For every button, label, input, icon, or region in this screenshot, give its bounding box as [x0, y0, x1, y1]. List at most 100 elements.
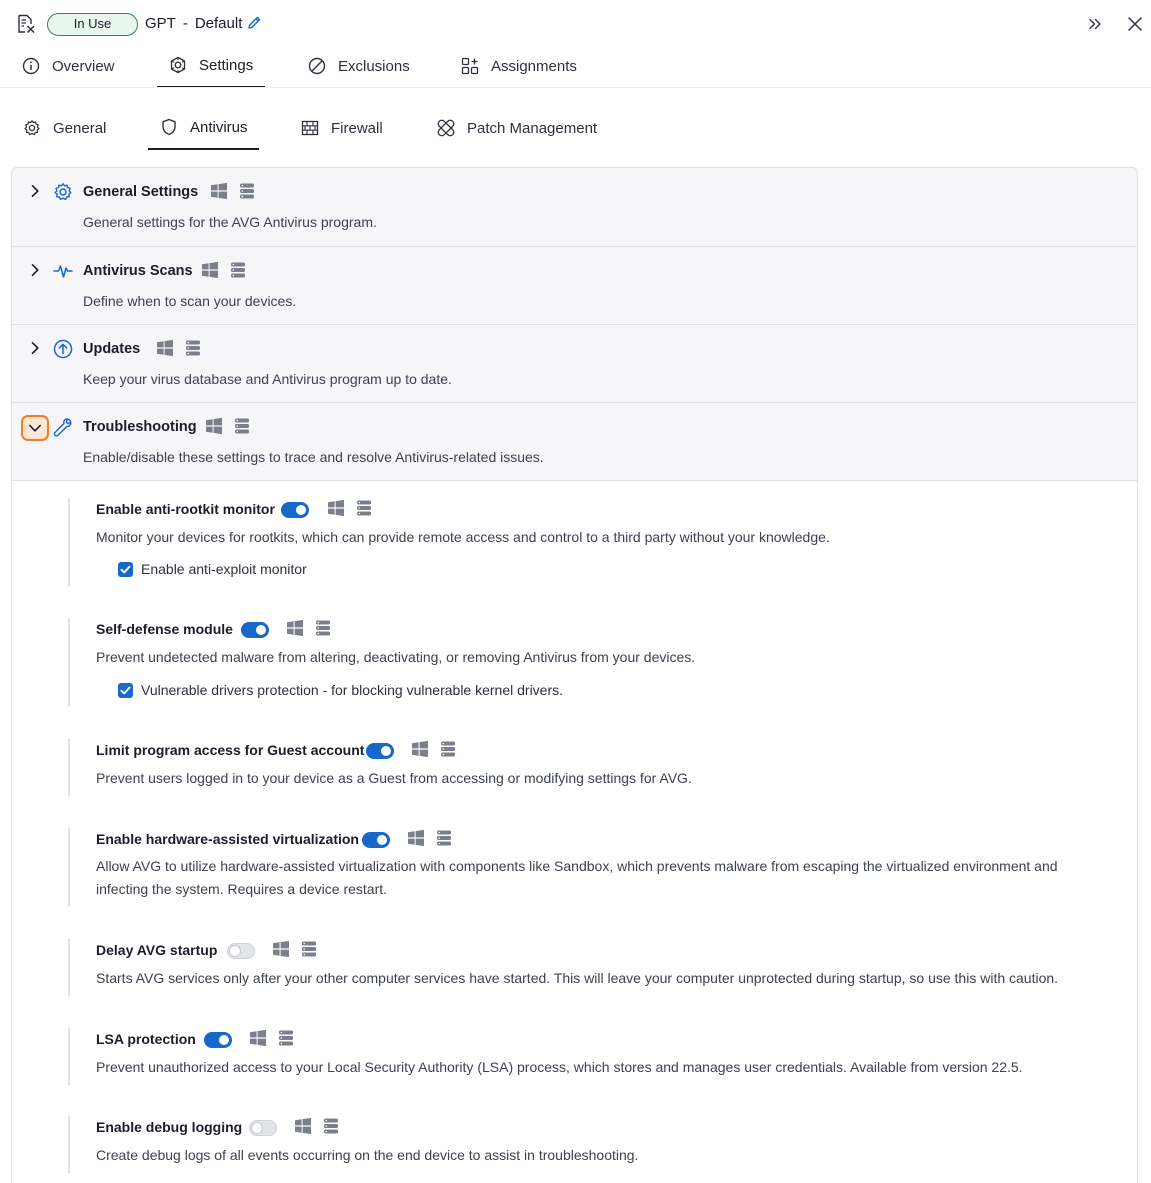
wrench-icon: [53, 418, 72, 437]
subtab-antivirus[interactable]: Antivirus: [148, 106, 259, 150]
windows-icon: [156, 339, 174, 357]
anti-exploit-checkbox-row[interactable]: Enable anti-exploit monitor: [118, 561, 307, 577]
pulse-icon: [53, 265, 73, 278]
setting-anti-rootkit: Enable anti-rootkit monitor Monitor your…: [68, 498, 1128, 587]
self-defense-toggle[interactable]: [241, 622, 269, 638]
delay-startup-toggle[interactable]: [227, 943, 255, 959]
platform-icons: [156, 339, 202, 357]
setting-hardware-virtualization: Enable hardware-assisted virtualization …: [68, 828, 1128, 907]
platform-icons: [294, 1117, 340, 1135]
server-icon: [355, 499, 373, 517]
subtab-general[interactable]: General: [23, 106, 106, 150]
hardware-virtualization-toggle[interactable]: [362, 832, 390, 848]
tabs-divider: [0, 87, 1151, 88]
setting-title: Limit program access for Guest account: [96, 742, 365, 758]
setting-description: Prevent unauthorized access to your Loca…: [96, 1059, 1023, 1075]
checkbox-label: Vulnerable drivers protection - for bloc…: [141, 682, 564, 698]
setting-title: Self-defense module: [96, 621, 233, 637]
tab-settings[interactable]: Settings: [157, 44, 266, 88]
policy-document-icon: [18, 14, 35, 34]
tab-exclusions-label: Exclusions: [338, 57, 410, 75]
setting-guest-access: Limit program access for Guest account P…: [68, 739, 1128, 796]
policy-title-separator: -: [182, 15, 188, 32]
main-tabs: Overview Settings Exclusions Assignments: [0, 44, 1151, 88]
grid-plus-icon: [461, 57, 479, 75]
platform-icons: [201, 261, 247, 279]
no-entry-icon: [308, 57, 326, 75]
tab-exclusions[interactable]: Exclusions: [308, 44, 410, 88]
setting-title: Enable hardware-assisted virtualization: [96, 831, 359, 847]
checkmark-icon: [120, 685, 131, 696]
antivirus-settings-panel: General Settings General settings for th…: [11, 167, 1138, 1183]
section-antivirus-scans[interactable]: Antivirus Scans Define when to scan your…: [12, 247, 1137, 325]
debug-logging-toggle[interactable]: [249, 1120, 277, 1136]
server-icon: [277, 1029, 295, 1047]
platform-icons: [411, 740, 457, 758]
server-icon: [229, 261, 247, 279]
section-title: Troubleshooting: [83, 419, 197, 435]
server-icon: [184, 339, 202, 357]
policy-header: In Use GPT - Default: [0, 0, 1151, 48]
server-icon: [322, 1117, 340, 1135]
platform-icons: [286, 619, 332, 637]
collapse-button[interactable]: [21, 415, 49, 441]
pencil-edit-icon[interactable]: [246, 15, 262, 31]
setting-description: Prevent users logged in to your device a…: [96, 770, 692, 786]
setting-description: Create debug logs of all events occurrin…: [96, 1147, 639, 1163]
section-general-settings[interactable]: General Settings General settings for th…: [12, 168, 1137, 247]
tab-assignments-label: Assignments: [491, 57, 577, 75]
anti-exploit-checkbox[interactable]: [118, 561, 133, 577]
arrow-up-circle-icon: [53, 339, 73, 359]
anti-rootkit-toggle[interactable]: [281, 502, 309, 518]
setting-title: LSA protection: [96, 1031, 196, 1047]
windows-icon: [411, 740, 429, 758]
windows-icon: [327, 499, 345, 517]
close-icon[interactable]: [1127, 16, 1143, 32]
platform-icons: [205, 417, 251, 435]
vulnerable-drivers-checkbox-row[interactable]: Vulnerable drivers protection - for bloc…: [118, 682, 563, 698]
brick-wall-icon: [301, 120, 319, 136]
windows-icon: [201, 261, 219, 279]
policy-name: GPT: [145, 15, 176, 32]
gear-icon: [54, 183, 72, 200]
server-icon: [439, 740, 457, 758]
checkbox-label: Enable anti-exploit monitor: [141, 561, 307, 577]
tab-assignments[interactable]: Assignments: [461, 44, 577, 88]
section-title: General Settings: [83, 184, 199, 200]
section-troubleshooting[interactable]: Troubleshooting Enable/disable these set…: [12, 403, 1137, 481]
double-chevron-right-icon[interactable]: [1087, 16, 1103, 32]
server-icon: [233, 417, 251, 435]
setting-title: Enable anti-rootkit monitor: [96, 501, 275, 517]
section-title: Antivirus Scans: [83, 263, 193, 279]
lsa-protection-toggle[interactable]: [204, 1032, 232, 1048]
platform-icons: [327, 499, 373, 517]
settings-gear-icon: [170, 56, 186, 74]
gear-icon: [24, 120, 40, 136]
vulnerable-drivers-checkbox[interactable]: [118, 682, 133, 698]
section-description: Keep your virus database and Antivirus p…: [83, 371, 452, 387]
setting-lsa-protection: LSA protection Prevent unauthorized acce…: [68, 1028, 1128, 1085]
server-icon: [238, 182, 256, 200]
chevron-right-icon[interactable]: [28, 184, 42, 198]
setting-title: Delay AVG startup: [96, 942, 218, 958]
subtab-firewall-label: Firewall: [331, 119, 383, 137]
server-icon: [435, 829, 453, 847]
windows-icon: [210, 182, 228, 200]
section-title: Updates: [83, 341, 141, 357]
windows-icon: [272, 940, 290, 958]
chevron-right-icon[interactable]: [28, 341, 42, 355]
setting-description: Starts AVG services only after your othe…: [96, 970, 1059, 986]
server-icon: [314, 619, 332, 637]
section-updates[interactable]: Updates Keep your virus database and Ant…: [12, 325, 1137, 403]
subtab-firewall[interactable]: Firewall: [301, 106, 383, 150]
setting-description: Monitor your devices for rootkits, which…: [96, 529, 830, 545]
platform-icons: [407, 829, 453, 847]
platform-icons: [210, 182, 256, 200]
guest-access-toggle[interactable]: [366, 743, 394, 759]
windows-icon: [407, 829, 425, 847]
tab-overview-label: Overview: [52, 57, 115, 75]
tab-overview[interactable]: Overview: [22, 44, 115, 88]
section-description: General settings for the AVG Antivirus p…: [83, 214, 377, 230]
subtab-patch-management[interactable]: Patch Management: [437, 106, 597, 150]
chevron-right-icon[interactable]: [28, 263, 42, 277]
